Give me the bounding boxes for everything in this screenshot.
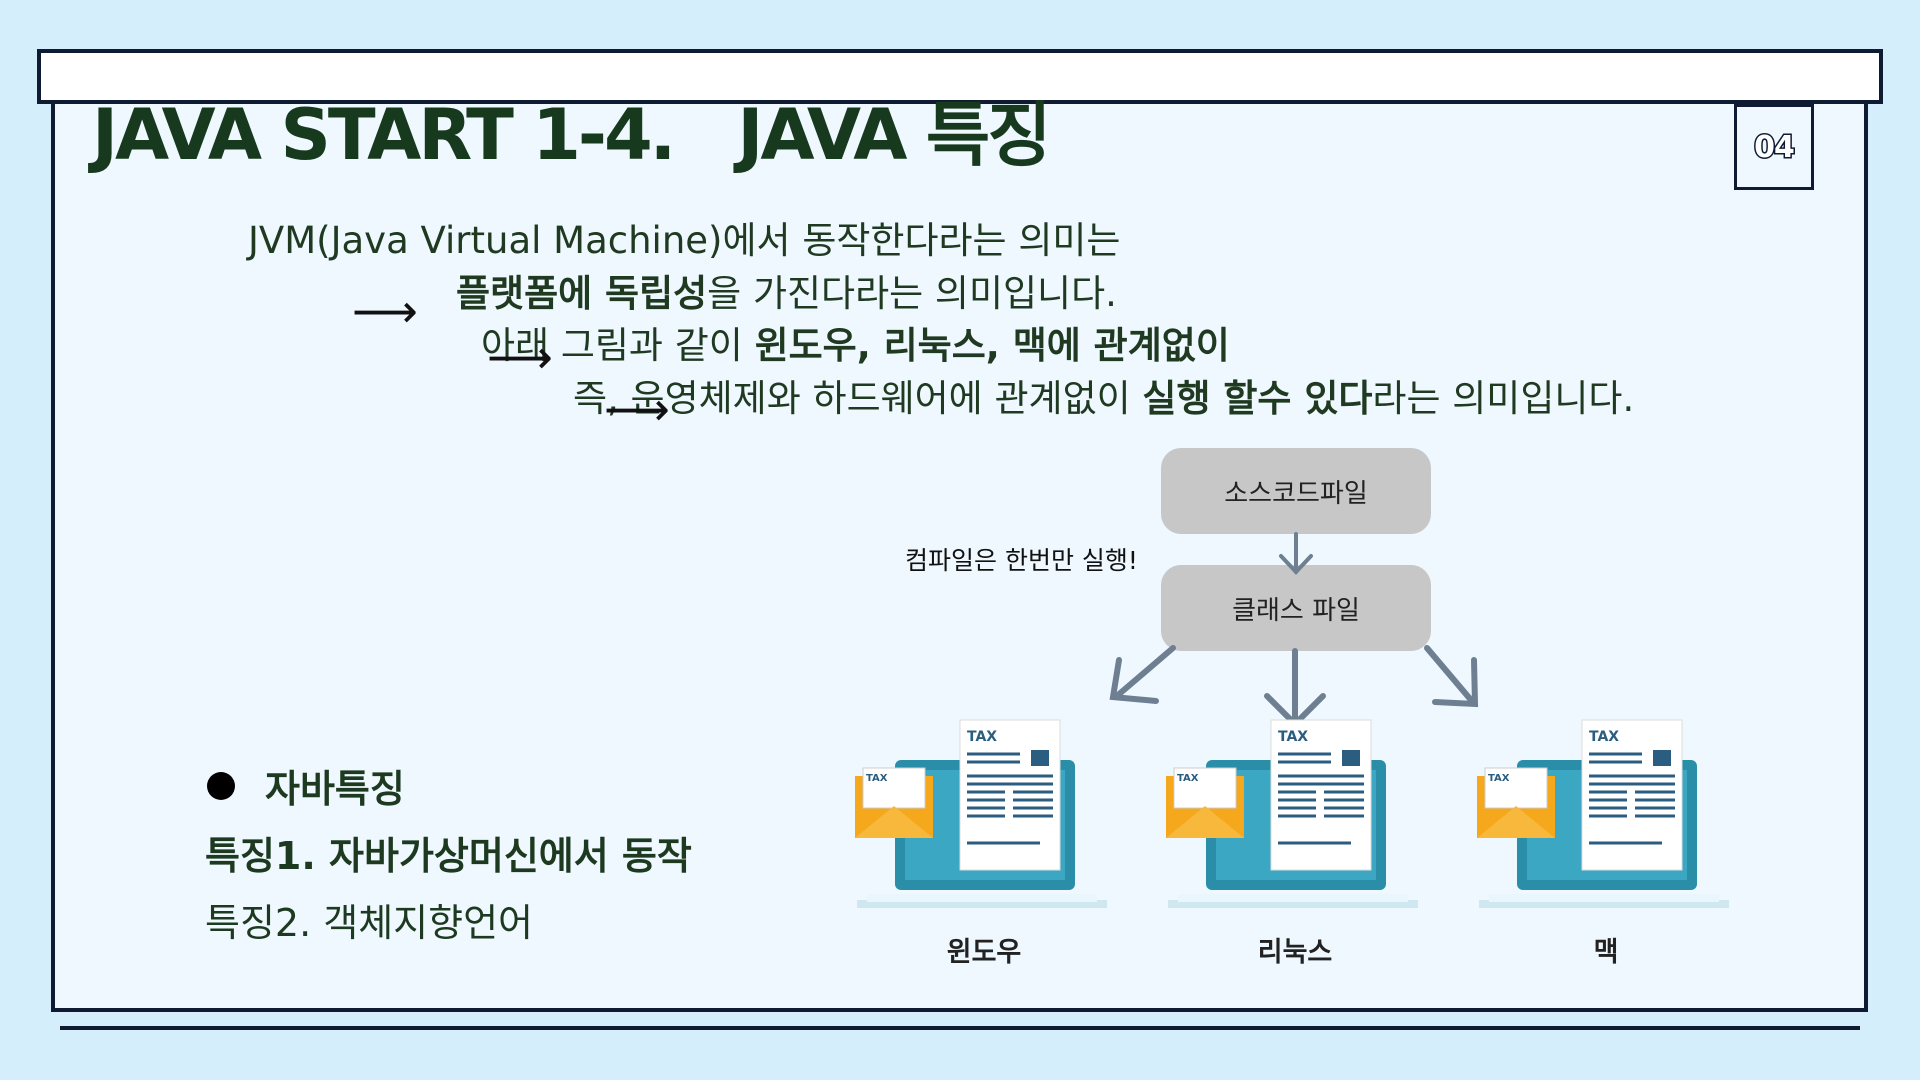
platform-label-windows: 윈도우 xyxy=(946,937,1022,968)
svg-text:TAX: TAX xyxy=(1488,773,1510,784)
linux-computer-icon: TAX TAX xyxy=(1166,718,1436,928)
arrow-class-to-mac xyxy=(1424,645,1474,703)
mac-computer-icon: TAX TAX xyxy=(1477,718,1747,928)
features-heading: 자바특징 xyxy=(207,758,692,813)
svg-text:TAX: TAX xyxy=(1177,773,1199,784)
feature-item-1: 특징1. 자바가상머신에서 동작 xyxy=(205,834,692,878)
svg-text:TAX: TAX xyxy=(1278,729,1308,745)
features-section: 자바특징 특징1. 자바가상머신에서 동작 특징2. 객체지향언어 xyxy=(205,758,692,947)
platform-label-linux: 리눅스 xyxy=(1257,937,1333,968)
svg-text:TAX: TAX xyxy=(967,729,997,745)
features-title: 자바특징 xyxy=(265,767,405,811)
windows-computer-icon: TAX TAX xyxy=(855,718,1125,928)
feature-item-2: 특징2. 객체지향언어 xyxy=(205,901,534,945)
arrow-class-to-windows xyxy=(1115,645,1176,698)
svg-text:TAX: TAX xyxy=(866,773,888,784)
svg-text:TAX: TAX xyxy=(1589,729,1619,745)
platform-label-mac: 맥 xyxy=(1593,937,1619,968)
bullet-icon xyxy=(207,771,235,800)
